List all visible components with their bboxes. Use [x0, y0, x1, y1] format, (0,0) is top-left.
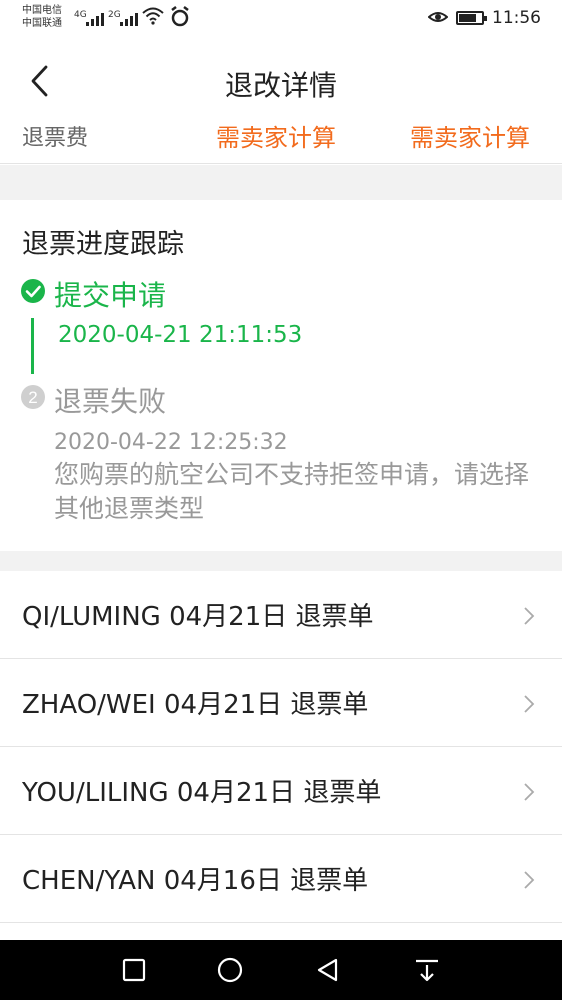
carrier-labels: 中国电信 中国联通 — [22, 4, 62, 30]
signal-icon — [120, 12, 138, 26]
step-label: 提交申请 — [54, 279, 167, 312]
list-item-label: YOU/LILING 04月21日 退票单 — [22, 778, 382, 808]
battery-icon — [456, 11, 487, 25]
system-nav-bar — [0, 940, 562, 1000]
step-number: 2 — [28, 388, 37, 407]
status-bar: 中国电信 中国联通 4G 2G 11:56 — [0, 0, 562, 40]
section-divider — [0, 551, 562, 571]
step-time: 2020-04-22 12:25:32 — [54, 430, 288, 455]
circle-icon[interactable] — [216, 956, 244, 984]
section-divider — [0, 165, 562, 200]
chevron-right-icon — [524, 695, 535, 713]
step-label: 退票失败 — [54, 385, 167, 418]
refund-fee-value: 需卖家计算 — [410, 124, 530, 152]
refund-fee-row: 退票费 需卖家计算 需卖家计算 — [0, 118, 562, 164]
alarm-icon — [171, 6, 189, 27]
carrier-1: 中国电信 — [22, 5, 62, 16]
refund-order-list: QI/LUMING 04月21日 退票单 ZHAO/WEI 04月21日 退票单… — [0, 571, 562, 923]
triangle-back-icon[interactable] — [314, 956, 342, 984]
network-type-1: 4G — [74, 10, 87, 20]
square-icon[interactable] — [120, 956, 148, 984]
list-item[interactable]: YOU/LILING 04月21日 退票单 — [0, 747, 562, 835]
header: 退改详情 — [0, 40, 562, 122]
list-item[interactable]: ZHAO/WEI 04月21日 退票单 — [0, 659, 562, 747]
wifi-icon — [142, 7, 164, 25]
list-item-label: ZHAO/WEI 04月21日 退票单 — [22, 690, 369, 720]
refund-fee-value: 需卖家计算 — [216, 124, 336, 152]
timeline-line — [31, 318, 34, 374]
step-description: 您购票的航空公司不支持拒签申请，请选择其他退票类型 — [54, 460, 530, 523]
network-type-2: 2G — [108, 10, 121, 20]
step-time: 2020-04-21 21:11:53 — [58, 322, 303, 348]
refund-progress-section: 退票进度跟踪 提交申请 2020-04-21 21:11:53 2 退票失败 2… — [0, 200, 562, 551]
chevron-right-icon — [524, 607, 535, 625]
check-circle-icon — [21, 279, 45, 303]
eye-icon — [428, 12, 448, 22]
refund-fee-label: 退票费 — [22, 126, 89, 151]
list-item-label: QI/LUMING 04月21日 退票单 — [22, 602, 374, 632]
chevron-right-icon — [524, 783, 535, 801]
step-number-icon: 2 — [20, 384, 46, 410]
list-item-label: CHEN/YAN 04月16日 退票单 — [22, 866, 369, 896]
list-item[interactable]: QI/LUMING 04月21日 退票单 — [0, 571, 562, 659]
chevron-right-icon — [524, 871, 535, 889]
signal-icon — [86, 12, 104, 26]
notification-down-icon[interactable] — [413, 956, 441, 984]
carrier-2: 中国联通 — [22, 18, 62, 29]
clock: 11:56 — [492, 8, 541, 28]
page-title: 退改详情 — [224, 69, 337, 102]
list-item[interactable]: CHEN/YAN 04月16日 退票单 — [0, 835, 562, 923]
section-title: 退票进度跟踪 — [22, 229, 184, 260]
